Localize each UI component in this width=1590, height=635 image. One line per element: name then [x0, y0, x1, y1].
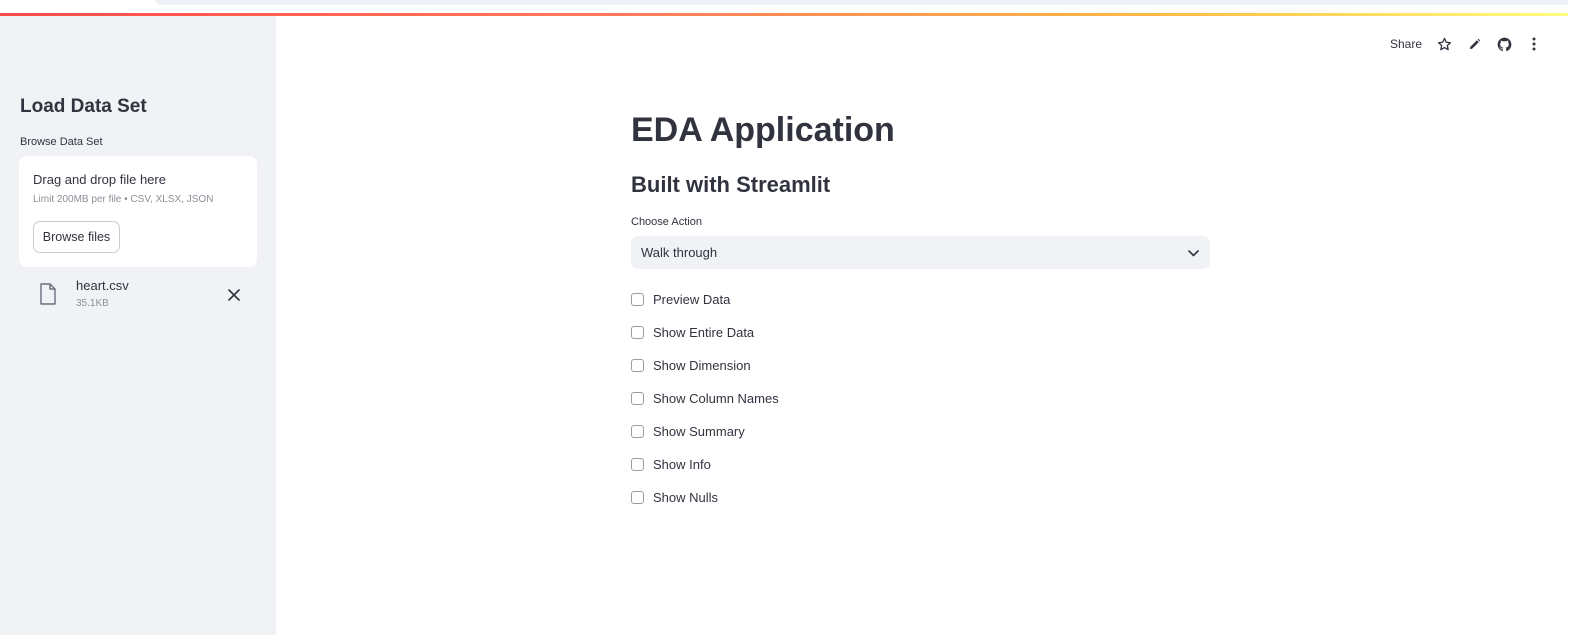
checkbox-box[interactable]	[631, 359, 644, 372]
checkbox-show-column-names[interactable]: Show Column Names	[631, 382, 1211, 415]
choose-action-select[interactable]: Walk through	[631, 236, 1210, 269]
checkbox-label: Show Column Names	[653, 391, 779, 406]
share-button[interactable]: Share	[1390, 37, 1422, 51]
uploaded-file-size: 35.1KB	[76, 298, 109, 309]
checkbox-preview-data[interactable]: Preview Data	[631, 283, 1211, 316]
more-vertical-icon[interactable]	[1526, 36, 1542, 52]
checkbox-box[interactable]	[631, 326, 644, 339]
checkbox-label: Show Nulls	[653, 490, 719, 505]
browser-top-strip	[0, 0, 1590, 13]
browser-url-bar	[155, 0, 1590, 5]
checkbox-label: Preview Data	[653, 292, 731, 307]
checkbox-label: Show Dimension	[653, 358, 751, 373]
checkbox-box[interactable]	[631, 458, 644, 471]
uploaded-file-name: heart.csv	[76, 278, 129, 293]
checkbox-show-entire-data[interactable]: Show Entire Data	[631, 316, 1211, 349]
sidebar-title: Load Data Set	[20, 96, 147, 117]
star-icon[interactable]	[1436, 36, 1452, 52]
dropzone-limit-text: Limit 200MB per file • CSV, XLSX, JSON	[33, 194, 214, 205]
checkbox-label: Show Entire Data	[653, 325, 755, 340]
scrollbar[interactable]	[1568, 0, 1590, 635]
checkbox-box[interactable]	[631, 293, 644, 306]
checkbox-show-dimension[interactable]: Show Dimension	[631, 349, 1211, 382]
checkbox-box[interactable]	[631, 491, 644, 504]
close-icon[interactable]	[225, 286, 243, 304]
chevron-down-icon	[1188, 244, 1199, 262]
browse-files-button[interactable]: Browse files	[33, 221, 120, 253]
page-title: EDA Application	[631, 111, 895, 149]
checkbox-show-summary[interactable]: Show Summary	[631, 415, 1211, 448]
checkbox-label: Show Info	[653, 457, 711, 472]
pencil-icon[interactable]	[1466, 36, 1482, 52]
github-icon[interactable]	[1496, 36, 1512, 52]
checkbox-box[interactable]	[631, 425, 644, 438]
page-subtitle: Built with Streamlit	[631, 172, 831, 197]
file-uploader-label: Browse Data Set	[20, 136, 103, 148]
uploaded-file-item: heart.csv 35.1KB	[19, 278, 257, 318]
file-icon	[37, 282, 59, 306]
main-content: EDA Application Built with Streamlit Cho…	[631, 100, 1211, 514]
checkbox-box[interactable]	[631, 392, 644, 405]
sidebar: Load Data Set Browse Data Set Drag and d…	[0, 16, 276, 635]
choose-action-value: Walk through	[641, 245, 718, 260]
checkbox-show-nulls[interactable]: Show Nulls	[631, 481, 1211, 514]
file-dropzone[interactable]: Drag and drop file here Limit 200MB per …	[19, 156, 257, 267]
dropzone-instructions: Drag and drop file here	[33, 172, 166, 187]
checkbox-show-info[interactable]: Show Info	[631, 448, 1211, 481]
checkbox-list: Preview Data Show Entire Data Show Dimen…	[631, 283, 1211, 514]
app-toolbar: Share	[1390, 34, 1556, 54]
checkbox-label: Show Summary	[653, 424, 745, 439]
choose-action-label: Choose Action	[631, 216, 702, 228]
